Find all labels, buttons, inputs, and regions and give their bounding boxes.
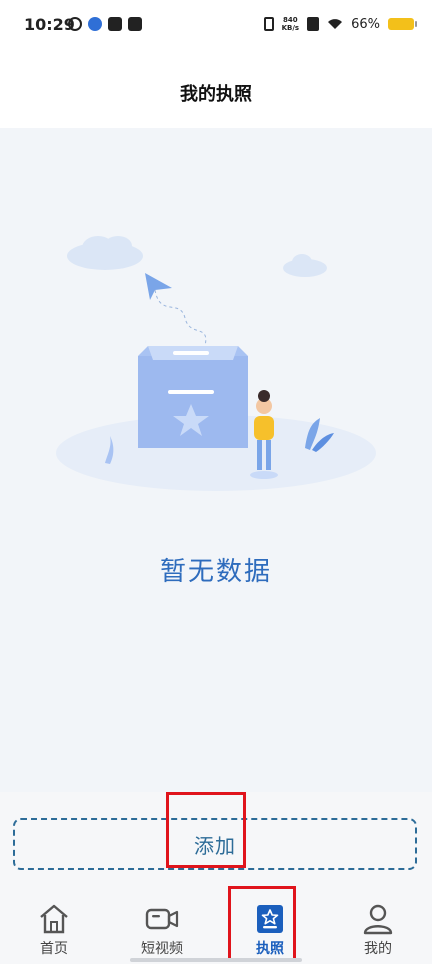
- app-notification-icon: [88, 17, 102, 31]
- page-title: 我的执照: [180, 84, 252, 105]
- profile-icon: [363, 904, 393, 935]
- bottom-tab-bar: 首页 短视频 执照 我的: [0, 892, 432, 964]
- empty-box-illustration: [56, 236, 376, 491]
- status-bar: 10:29 840 KB/s 66%: [0, 0, 432, 52]
- battery-icon: [388, 18, 417, 30]
- vibrate-icon: [263, 17, 274, 31]
- tiktok-icon: [128, 17, 142, 31]
- tab-mine-label: 我的: [364, 941, 392, 957]
- empty-state-message: 暂无数据: [159, 557, 272, 587]
- add-button-label: 添加: [194, 833, 236, 858]
- home-icon: [40, 904, 68, 934]
- license-star-icon: [257, 905, 283, 933]
- tab-home-label: 首页: [40, 941, 68, 957]
- sim-off-icon: [307, 17, 320, 31]
- mail-icon: [108, 17, 122, 31]
- main-content: 暂无数据: [0, 128, 432, 792]
- page-header: 我的执照: [0, 52, 432, 128]
- battery-percent: 66%: [351, 16, 380, 32]
- home-indicator: [130, 958, 302, 962]
- tab-short-video-label: 短视频: [141, 941, 183, 957]
- app-notification-icon: [68, 17, 82, 31]
- tab-license[interactable]: 执照: [230, 902, 310, 962]
- tab-home[interactable]: 首页: [14, 902, 94, 962]
- tab-mine[interactable]: 我的: [338, 902, 418, 962]
- add-area: 添加: [0, 792, 432, 892]
- network-speed-value: 840: [283, 16, 298, 24]
- network-speed: 840 KB/s: [282, 16, 299, 32]
- network-speed-unit: KB/s: [281, 24, 300, 32]
- tab-license-label: 执照: [256, 941, 284, 957]
- tab-short-video[interactable]: 短视频: [122, 902, 202, 962]
- wifi-icon: [328, 19, 343, 29]
- notification-icons: [68, 17, 142, 31]
- system-status: 840 KB/s 66%: [263, 16, 417, 32]
- video-icon: [145, 908, 179, 930]
- add-button[interactable]: 添加: [13, 818, 417, 870]
